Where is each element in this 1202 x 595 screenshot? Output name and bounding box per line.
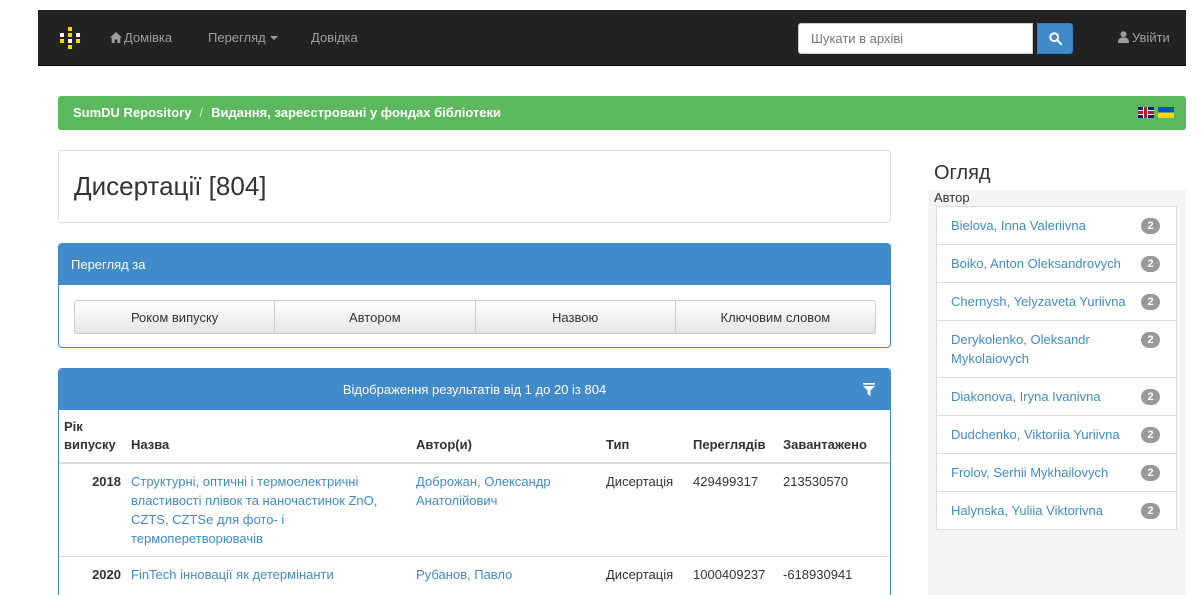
author-name: Bielova, Inna Valeriivna	[951, 218, 1086, 233]
english-flag-icon[interactable]	[1138, 107, 1154, 118]
top-navbar: Домівка Перегляд Довідка Увійти	[38, 10, 1186, 66]
user-icon	[1118, 31, 1129, 43]
cell-author: Рубанов, Павло	[411, 556, 601, 592]
browse-by-heading: Перегляд за	[59, 244, 890, 285]
nav-home-label: Домівка	[124, 30, 173, 45]
item-author-link[interactable]: Доброжан, Олександр Анатолійович	[416, 474, 551, 508]
cell-views: 1000409237	[688, 556, 778, 592]
cell-title: FinTech інновації як детермінанти	[126, 556, 411, 592]
browse-button-group: Роком випуску Автором Назвою Ключовим сл…	[74, 300, 876, 334]
cell-type: Дисертація	[601, 462, 688, 557]
sidebar-item-author[interactable]: Chernysh, Yelyzaveta Yuriivna 2	[936, 282, 1177, 321]
nav-browse-dropdown[interactable]: Перегляд	[208, 30, 278, 46]
cell-downloads: -618930941	[778, 556, 890, 592]
sidebar-title: Огляд	[934, 162, 991, 184]
home-icon	[110, 32, 122, 43]
column-header-authors[interactable]: Автор(и)	[411, 410, 601, 464]
count-badge: 2	[1141, 503, 1160, 519]
nav-home-link[interactable]: Домівка	[110, 30, 172, 46]
sidebar-item-author[interactable]: Dudchenko, Viktoriia Yuriivna 2	[936, 415, 1177, 454]
cell-type: Дисертація	[601, 556, 688, 592]
column-header-type[interactable]: Тип	[601, 410, 688, 464]
author-facet-list: Bielova, Inna Valeriivna 2 Boiko, Anton O…	[936, 206, 1177, 530]
browse-by-title-button[interactable]: Назвою	[474, 300, 676, 334]
login-link[interactable]: Увійти	[1118, 30, 1170, 46]
count-badge: 2	[1141, 465, 1160, 481]
page-title: Дисертації [804]	[74, 171, 267, 201]
results-heading: Відображення результатів від 1 до 20 із …	[59, 369, 890, 410]
breadcrumb-separator: /	[199, 105, 204, 120]
nav-help-link[interactable]: Довідка	[311, 30, 358, 46]
search-icon	[1049, 32, 1062, 45]
sidebar-item-author[interactable]: Frolov, Serhii Mykhailovych 2	[936, 453, 1177, 492]
sidebar-item-author[interactable]: Halynska, Yuliia Viktorivna 2	[936, 491, 1177, 530]
browse-by-year-button[interactable]: Роком випуску	[74, 300, 276, 334]
author-name: Chernysh, Yelyzaveta Yuriivna	[951, 294, 1126, 309]
cell-year: 2018	[59, 462, 126, 557]
caret-down-icon	[269, 36, 278, 40]
author-name: Boiko, Anton Oleksandrovych	[951, 256, 1121, 271]
facet-label-author: Автор	[934, 190, 970, 205]
count-badge: 2	[1141, 294, 1160, 310]
cell-downloads: 213530570	[778, 462, 890, 557]
breadcrumb: SumDU Repository / Видання, зареєстровані …	[58, 96, 1186, 130]
cell-title: Структурні, оптичні і термоелектричні вл…	[126, 462, 411, 557]
page-title-box: Дисертації [804]	[58, 150, 891, 223]
sidebar-item-author[interactable]: Diakonova, Iryna Ivanivna 2	[936, 377, 1177, 416]
count-badge: 2	[1141, 218, 1160, 234]
cell-author: Доброжан, Олександр Анатолійович	[411, 462, 601, 557]
sidebar-author-facet: Автор Bielova, Inna Valeriivna 2 Boiko, A…	[928, 190, 1186, 595]
author-name: Derykolenko, Oleksandr Mykolaiovych	[951, 332, 1090, 366]
breadcrumb-current: Видання, зареєстровані у фондах бібліоте…	[211, 105, 502, 120]
login-label: Увійти	[1132, 30, 1170, 45]
count-badge: 2	[1141, 389, 1160, 405]
item-title-link[interactable]: Структурні, оптичні і термоелектричні вл…	[131, 474, 377, 546]
count-badge: 2	[1141, 256, 1160, 272]
column-header-downloads[interactable]: Завантажено	[778, 410, 890, 464]
item-title-link[interactable]: FinTech інновації як детермінанти	[131, 567, 334, 582]
nav-browse-label: Перегляд	[208, 30, 266, 45]
browse-by-author-button[interactable]: Автором	[274, 300, 476, 334]
table-header-row: Рік випуску Назва Автор(и) Тип Перегляді…	[59, 410, 890, 464]
table-row: 2018 Структурні, оптичні і термоелектрич…	[59, 462, 890, 557]
column-header-year[interactable]: Рік випуску	[59, 410, 126, 464]
author-name: Frolov, Serhii Mykhailovych	[951, 465, 1109, 480]
results-table: Рік випуску Назва Автор(и) Тип Перегляді…	[59, 410, 890, 592]
search-input[interactable]	[798, 23, 1033, 54]
results-heading-label: Відображення результатів від 1 до 20 із …	[342, 382, 607, 397]
cell-year: 2020	[59, 556, 126, 592]
table-row: 2020 FinTech інновації як детермінанти Р…	[59, 556, 890, 592]
ukrainian-flag-icon[interactable]	[1158, 107, 1174, 118]
browse-by-keyword-button[interactable]: Ключовим словом	[674, 300, 876, 334]
search-button[interactable]	[1037, 23, 1073, 54]
filter-icon[interactable]	[863, 383, 875, 396]
column-header-views[interactable]: Переглядів	[688, 410, 778, 464]
count-badge: 2	[1141, 427, 1160, 443]
breadcrumb-root-link[interactable]: SumDU Repository	[73, 105, 191, 120]
author-name: Dudchenko, Viktoriia Yuriivna	[951, 427, 1120, 442]
cell-views: 429499317	[688, 462, 778, 557]
browse-by-panel: Перегляд за Роком випуску Автором Назвою…	[58, 243, 891, 348]
count-badge: 2	[1141, 332, 1160, 348]
sidebar-item-author[interactable]: Boiko, Anton Oleksandrovych 2	[936, 244, 1177, 283]
author-name: Halynska, Yuliia Viktorivna	[951, 503, 1103, 518]
sidebar-item-author[interactable]: Bielova, Inna Valeriivna 2	[936, 206, 1177, 245]
logo-icon[interactable]	[60, 27, 80, 49]
item-author-link[interactable]: Рубанов, Павло	[416, 567, 512, 582]
column-header-title[interactable]: Назва	[126, 410, 411, 464]
sidebar-item-author[interactable]: Derykolenko, Oleksandr Mykolaiovych 2	[936, 320, 1177, 378]
results-panel: Відображення результатів від 1 до 20 із …	[58, 368, 891, 595]
author-name: Diakonova, Iryna Ivanivna	[951, 389, 1101, 404]
